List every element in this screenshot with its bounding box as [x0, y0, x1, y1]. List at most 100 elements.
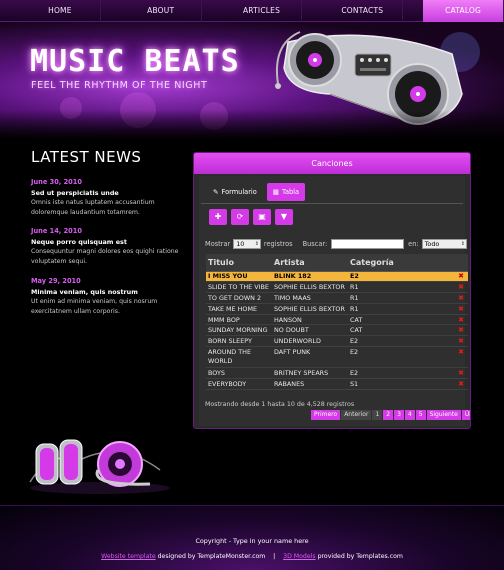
delete-icon[interactable]: ✖: [454, 292, 468, 304]
search-field-select[interactable]: Todo ⇕: [421, 239, 467, 249]
table-row[interactable]: TAKE ME HOME SOPHIE ELLIS BEXTOR R1 ✖: [206, 303, 468, 315]
table-row[interactable]: BOYS BRITNEY SPEARS E2 ✖: [206, 367, 468, 379]
cell-categoria: E2: [348, 271, 454, 283]
credit-text: provided by Templates.com: [315, 553, 403, 560]
delete-icon[interactable]: ✖: [454, 281, 468, 294]
pagination: Primero Anterior 1 2 3 4 5 Siguiente Últ…: [311, 410, 470, 420]
table-row[interactable]: TO GET DOWN 2 TIMO MAAS R1 ✖: [206, 292, 468, 304]
add-button[interactable]: ✚: [209, 209, 227, 225]
pager-page-1[interactable]: 1: [372, 410, 383, 420]
cell-titulo: I MISS YOU: [206, 271, 272, 283]
cell-categoria: CAT: [348, 314, 454, 326]
cell-titulo: AROUND THE WORLD: [206, 346, 272, 369]
cell-artista: SOPHIE ELLIS BEXTOR: [272, 281, 348, 294]
bokeh-light: [60, 97, 82, 119]
cell-titulo: SUNDAY MORNING: [206, 324, 272, 337]
table-row[interactable]: BORN SLEEPY UNDERWORLD E2 ✖: [206, 335, 468, 348]
3d-models-link[interactable]: 3D Models: [283, 553, 315, 560]
pager-last[interactable]: Último: [461, 410, 470, 420]
table-toolbar: ✚ ⟳ ▣ ▼: [209, 209, 293, 225]
column-header-artista[interactable]: Artista: [272, 254, 348, 272]
cell-titulo: TAKE ME HOME: [206, 303, 272, 315]
refresh-icon: ⟳: [236, 212, 244, 221]
delete-icon[interactable]: ✖: [454, 335, 468, 348]
nav-about[interactable]: ABOUT: [121, 0, 202, 22]
cell-categoria: E2: [348, 346, 454, 369]
panel-body: ✎ Formulario ▦ Tabla ✚ ⟳ ▣ ▼ Mostrar 10 …: [199, 176, 470, 426]
table-row[interactable]: I MISS YOU BLINK 182 E2 ✖: [206, 271, 468, 283]
cell-titulo: BORN SLEEPY: [206, 335, 272, 348]
tab-label: Formulario: [221, 188, 257, 196]
print-icon: ▣: [258, 212, 266, 221]
news-date[interactable]: June 30, 2010: [31, 178, 181, 186]
cell-artista: TIMO MAAS: [272, 292, 348, 304]
refresh-button[interactable]: ⟳: [231, 209, 249, 225]
site-logo-title[interactable]: MUSIC BEATS: [30, 44, 240, 79]
table-row[interactable]: AROUND THE WORLD DAFT PUNK E2 ✖: [206, 346, 468, 369]
pager-page-4[interactable]: 4: [404, 410, 415, 420]
show-label: Mostrar: [205, 240, 231, 248]
latest-news-title: LATEST NEWS: [31, 148, 142, 166]
cell-categoria: E2: [348, 335, 454, 348]
filter-button[interactable]: ▼: [275, 209, 293, 225]
nav-catalog[interactable]: CATALOG: [423, 0, 504, 22]
cell-categoria: S1: [348, 378, 454, 390]
column-header-titulo[interactable]: Titulo: [206, 254, 272, 272]
nav-home[interactable]: HOME: [20, 0, 101, 22]
songs-panel: Canciones ✎ Formulario ▦ Tabla ✚ ⟳ ▣ ▼ M…: [193, 152, 471, 429]
cell-categoria: E2: [348, 367, 454, 379]
cell-titulo: MMM BOP: [206, 314, 272, 326]
footer-separator: |: [273, 553, 276, 560]
table-header-row: Titulo Artista Categoría: [206, 254, 468, 272]
pager-page-5[interactable]: 5: [415, 410, 426, 420]
search-input[interactable]: [331, 239, 405, 249]
panel-title: Canciones: [194, 153, 470, 174]
pager-first[interactable]: Primero: [311, 410, 341, 420]
pager-next[interactable]: Siguiente: [426, 410, 461, 420]
cell-artista: UNDERWORLD: [272, 335, 348, 348]
news-date[interactable]: May 29, 2010: [31, 277, 181, 285]
cell-categoria: R1: [348, 292, 454, 304]
cell-titulo: EVERYBODY: [206, 378, 272, 390]
cell-artista: NO DOUBT: [272, 324, 348, 337]
table-row[interactable]: MMM BOP HANSON CAT ✖: [206, 314, 468, 326]
delete-icon[interactable]: ✖: [454, 346, 468, 369]
page-size-value: 10: [236, 240, 245, 248]
table-icon: ▦: [272, 188, 280, 196]
news-item: June 30, 2010 Sed ut perspiciatis unde O…: [31, 178, 181, 218]
nav-contacts[interactable]: CONTACTS: [322, 0, 404, 22]
pager-page-2[interactable]: 2: [383, 410, 394, 420]
column-header-categoria[interactable]: Categoría: [348, 254, 454, 272]
delete-icon[interactable]: ✖: [454, 303, 468, 315]
website-template-link[interactable]: Website template: [101, 553, 156, 560]
bokeh-light: [120, 92, 156, 128]
page-size-select[interactable]: 10 ⇕: [233, 239, 261, 249]
delete-icon[interactable]: ✖: [454, 314, 468, 326]
delete-icon[interactable]: ✖: [454, 271, 468, 283]
table-row[interactable]: SLIDE TO THE VIBE SOPHIE ELLIS BEXTOR R1…: [206, 281, 468, 294]
news-item: May 29, 2010 Minima veniam, quis nostrum…: [31, 277, 181, 317]
tab-tabla[interactable]: ▦ Tabla: [266, 183, 306, 201]
records-label: registros: [263, 240, 293, 248]
cell-categoria: R1: [348, 281, 454, 294]
news-headline[interactable]: Sed ut perspiciatis unde: [31, 189, 181, 197]
pager-previous[interactable]: Anterior: [341, 410, 372, 420]
cell-categoria: R1: [348, 303, 454, 315]
table-row[interactable]: SUNDAY MORNING NO DOUBT CAT ✖: [206, 324, 468, 337]
table-row[interactable]: EVERYBODY RABANES S1 ✖: [206, 378, 468, 390]
cell-categoria: CAT: [348, 324, 454, 337]
news-date[interactable]: June 14, 2010: [31, 227, 181, 235]
pager-page-3[interactable]: 3: [394, 410, 404, 420]
news-headline[interactable]: Minima veniam, quis nostrum: [31, 288, 181, 296]
site-footer: Copyright - Type in your name here Websi…: [0, 505, 504, 570]
delete-icon[interactable]: ✖: [454, 367, 468, 379]
news-headline[interactable]: Neque porro quisquam est: [31, 238, 181, 246]
print-button[interactable]: ▣: [253, 209, 271, 225]
cell-titulo: SLIDE TO THE VIBE: [206, 281, 272, 294]
nav-articles[interactable]: ARTICLES: [222, 0, 303, 22]
delete-icon[interactable]: ✖: [454, 324, 468, 337]
tab-formulario[interactable]: ✎ Formulario: [207, 183, 263, 201]
delete-icon[interactable]: ✖: [454, 378, 468, 390]
search-label: Buscar:: [302, 240, 328, 248]
credit-text: designed by TemplateMonster.com: [155, 553, 266, 560]
